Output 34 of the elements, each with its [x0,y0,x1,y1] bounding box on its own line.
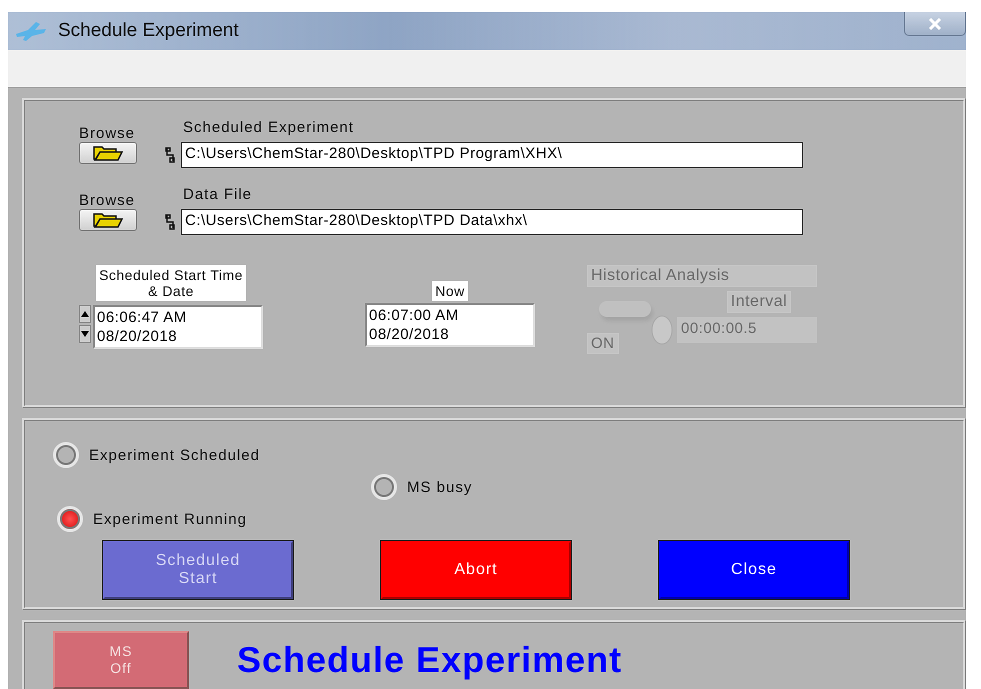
decrement-button[interactable] [79,325,91,343]
action-button[interactable]: Close [659,541,849,599]
folder-icon [92,145,124,161]
action-button[interactable]: Abort [381,541,571,599]
time-field[interactable]: 06:06:47 AM 08/20/2018 [93,305,263,349]
browse-label: Browse [79,125,136,142]
close-icon [928,18,942,30]
scheduled-label: Scheduled Start Time & Date [96,265,246,301]
close-button[interactable] [904,12,966,36]
heading: Schedule Experiment [237,639,622,681]
path-field[interactable]: C:\Users\ChemStar-280\Desktop\TPD Program\XHX\ [181,142,803,168]
file-label: Data File [183,186,254,205]
link-icon [165,147,175,163]
file-label: Scheduled Experiment [183,119,355,138]
now-label: Now [432,281,468,301]
state-label: ON [587,333,618,354]
indicator-label: Experiment Running [93,510,247,528]
path-field[interactable]: C:\Users\ChemStar-280\Desktop\TPD Data\xhx\ [181,209,803,235]
window-title: Schedule Experiment [58,20,239,42]
spinner-icon [651,315,673,345]
browse-label: Browse [79,192,136,209]
app-icon [14,20,48,42]
historical-label: Historical Analysis [587,265,817,287]
browse-button[interactable] [79,142,137,164]
folder-icon [92,212,124,228]
increment-button[interactable] [79,305,91,323]
indicator-label: Experiment Scheduled [89,446,260,464]
down-arrow-icon [81,331,89,337]
now-field: 06:07:00 AM 08/20/2018 [365,303,535,347]
indicator-label: MS busy [407,478,472,496]
up-arrow-icon [81,311,89,317]
link-icon [165,214,175,230]
interval-label: Interval [726,291,792,313]
browse-button[interactable] [79,209,137,231]
